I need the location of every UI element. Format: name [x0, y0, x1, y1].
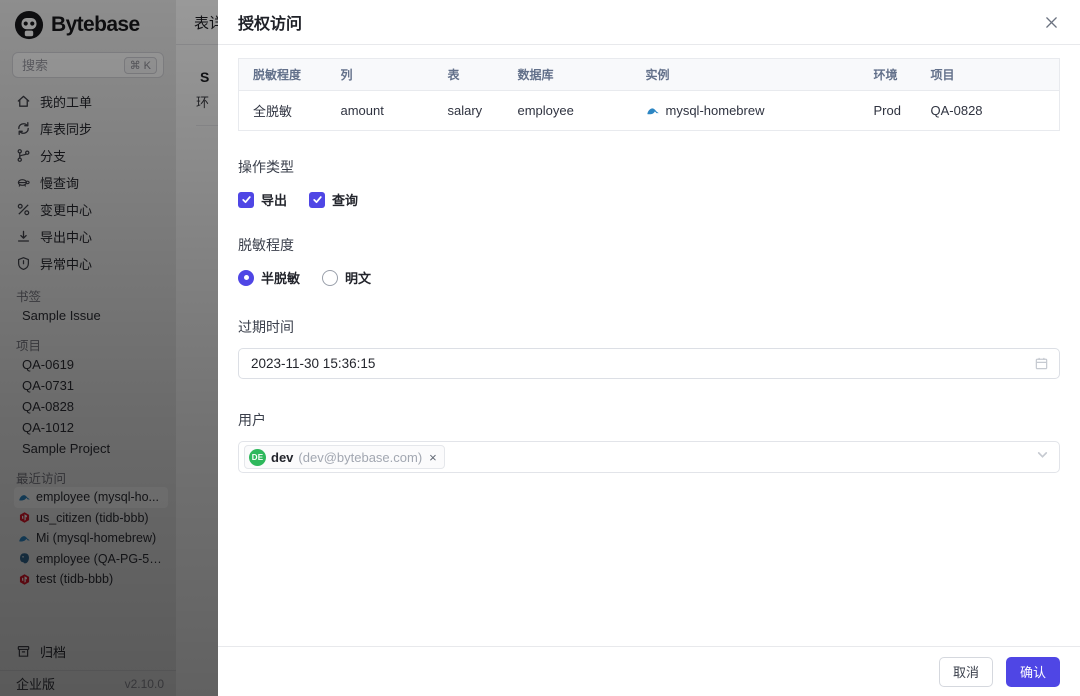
- expiration-datetime-value[interactable]: [251, 356, 1034, 371]
- table-row: 全脱敏 amount salary employee mysql-homebre…: [239, 91, 1060, 131]
- app-window: Bytebase ⌘ K 我的工单 库表同步 分支 慢查询: [0, 0, 1080, 696]
- masking-level-section: 脱敏程度 半脱敏 明文: [238, 235, 1060, 287]
- column-header: 脱敏程度: [238, 58, 327, 91]
- column-header: 实例: [631, 58, 860, 91]
- operation-type-label: 操作类型: [238, 159, 294, 175]
- user-label: 用户: [238, 412, 266, 428]
- chevron-down-icon[interactable]: [1036, 448, 1049, 466]
- user-tag: DE dev (dev@bytebase.com) ×: [244, 445, 445, 469]
- checkbox-checked-icon: [309, 191, 326, 208]
- user-avatar: DE: [249, 448, 266, 466]
- project-cell: QA-0828: [930, 103, 983, 118]
- grant-access-dialog: 授权访问 脱敏程度 列 表 数据库 实例 环境 项目 全脱敏 amount sa…: [218, 0, 1080, 696]
- checkbox-label: 查询: [332, 193, 359, 208]
- radio-selected-icon: [238, 269, 254, 286]
- cancel-button[interactable]: 取消: [938, 656, 993, 687]
- dialog-title: 授权访问: [238, 16, 303, 33]
- query-checkbox[interactable]: 查询: [309, 190, 358, 209]
- expiration-label: 过期时间: [238, 319, 294, 335]
- instance-name: mysql-homebrew: [665, 103, 765, 118]
- column-header: 列: [326, 58, 434, 91]
- modal-overlay-scrim: [0, 0, 218, 696]
- export-checkbox[interactable]: 导出: [238, 190, 287, 209]
- masking-info-table: 脱敏程度 列 表 数据库 实例 环境 项目 全脱敏 amount salary: [238, 58, 1060, 131]
- radio-label: 明文: [345, 271, 372, 286]
- masking-level-cell: 全脱敏: [253, 104, 293, 119]
- masking-level-label: 脱敏程度: [238, 237, 294, 253]
- instance-cell: mysql-homebrew: [632, 91, 860, 131]
- environment-cell: Prod: [873, 103, 901, 118]
- table-cell: salary: [447, 103, 483, 118]
- close-button[interactable]: [1040, 11, 1062, 33]
- dialog-header: 授权访问: [218, 0, 1080, 45]
- checkbox-label: 导出: [261, 193, 288, 208]
- column-header: 项目: [916, 58, 1060, 91]
- user-section: 用户 DE dev (dev@bytebase.com) ×: [238, 410, 1060, 473]
- column-header: 环境: [859, 58, 917, 91]
- expiration-section: 过期时间: [238, 317, 1060, 379]
- table-header-row: 脱敏程度 列 表 数据库 实例 环境 项目: [238, 58, 1060, 91]
- user-select[interactable]: DE dev (dev@bytebase.com) ×: [238, 441, 1060, 473]
- radio-unselected-icon: [322, 269, 339, 286]
- expiration-datetime-input[interactable]: [238, 348, 1060, 379]
- confirm-button[interactable]: 确认: [1005, 656, 1060, 687]
- column-header: 表: [433, 58, 504, 91]
- database-cell: employee: [517, 103, 574, 118]
- radio-label: 半脱敏: [261, 271, 301, 286]
- operation-type-section: 操作类型 导出 查询: [238, 157, 1060, 209]
- mysql-icon: [646, 107, 659, 114]
- partial-masking-radio[interactable]: 半脱敏: [238, 268, 300, 287]
- checkbox-checked-icon: [238, 191, 254, 208]
- user-email: (dev@bytebase.com): [298, 449, 423, 465]
- column-header: 数据库: [503, 58, 632, 91]
- remove-user-icon[interactable]: ×: [429, 451, 437, 464]
- dialog-body: 脱敏程度 列 表 数据库 实例 环境 项目 全脱敏 amount salary: [218, 45, 1080, 646]
- user-name: dev: [271, 449, 294, 465]
- plaintext-radio[interactable]: 明文: [322, 268, 371, 287]
- dialog-footer: 取消 确认: [218, 646, 1080, 696]
- calendar-icon[interactable]: [1034, 356, 1049, 371]
- close-icon: [1045, 16, 1057, 28]
- column-cell: amount: [340, 103, 384, 118]
